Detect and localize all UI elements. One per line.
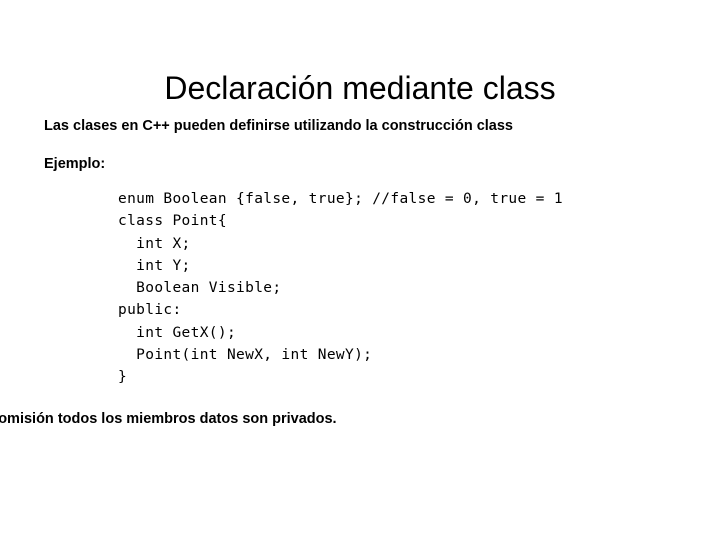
code-block: enum Boolean {false, true}; //false = 0,…	[118, 189, 684, 390]
code-line: }	[118, 369, 128, 386]
slide-canvas: Declaración mediante class Las clases en…	[0, 0, 720, 540]
code-line: int Y;	[118, 257, 191, 274]
code-line: int GetX();	[118, 324, 237, 341]
code-line: int X;	[118, 235, 191, 252]
slide-body: Las clases en C++ pueden definirse utili…	[0, 118, 684, 428]
example-label: Ejemplo:	[44, 156, 106, 172]
closing-paragraph: Por omisión todos los miembros datos son…	[0, 410, 337, 427]
code-line: public:	[118, 302, 182, 319]
page-title: Declaración mediante class	[164, 70, 556, 107]
code-line: Point(int NewX, int NewY);	[118, 347, 373, 364]
code-line: enum Boolean {false, true}; //false = 0,…	[118, 191, 563, 207]
intro-paragraph: Las clases en C++ pueden definirse utili…	[44, 118, 513, 134]
code-line: class Point{	[118, 213, 227, 230]
code-line: Boolean Visible;	[118, 280, 282, 297]
